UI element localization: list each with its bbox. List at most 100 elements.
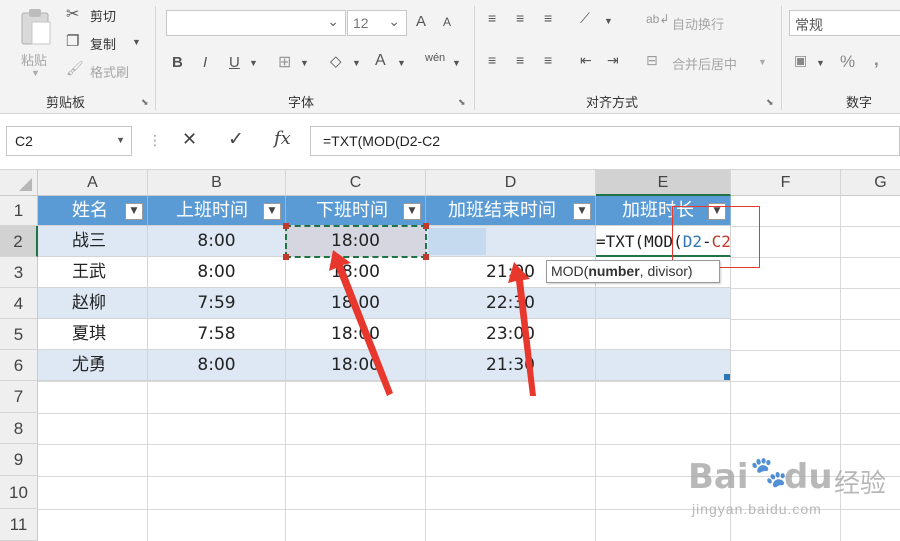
watermark-cn: 经验 <box>834 468 887 498</box>
chevron-down-icon: ▼ <box>816 58 825 68</box>
wrap-text-icon: ab↲ <box>646 12 670 26</box>
dialog-launcher-icon[interactable]: ⬊ <box>766 97 774 108</box>
paste-button[interactable]: 粘贴 ▼ <box>12 6 60 86</box>
grow-font-button[interactable]: A <box>416 13 426 30</box>
worksheet-grid: A B C D E F G 1 2 3 4 5 6 7 8 9 10 11 姓名… <box>0 170 900 541</box>
align-top-icon[interactable]: ≡ <box>488 10 496 26</box>
table-cell[interactable]: 18:00 <box>286 288 426 319</box>
c2-ref-corner <box>423 223 429 229</box>
chevron-down-icon: ▼ <box>132 37 141 47</box>
underline-button[interactable]: U <box>229 54 240 71</box>
fill-color-icon[interactable]: ◇ <box>330 52 342 70</box>
table-cell[interactable]: 18:00 <box>286 319 426 350</box>
name-box[interactable]: C2 ▼ <box>6 126 132 156</box>
merge-icon: ⊟ <box>646 52 658 68</box>
table-header-cell[interactable]: 上班时间 ▼ <box>148 196 286 226</box>
c2-ref-corner <box>283 254 289 260</box>
comma-style-icon[interactable]: , <box>874 50 879 70</box>
table-cell[interactable]: 尤勇 <box>38 350 148 381</box>
table-cell[interactable]: 8:00 <box>148 257 286 288</box>
chevron-down-icon: ▼ <box>604 16 613 26</box>
table-cell[interactable]: 23:00 <box>426 319 596 350</box>
paintbrush-icon: 🖌 <box>66 60 84 76</box>
copy-icon: ❐ <box>66 33 80 50</box>
paste-label: 粘贴 <box>21 53 48 68</box>
cut-button[interactable]: ✂ 剪切 <box>66 4 146 26</box>
align-left-icon[interactable]: ≡ <box>488 52 496 68</box>
formula-input[interactable]: =TXT(MOD(D2-C2 <box>310 126 900 156</box>
baidu-watermark: Bai 🐾 du 经验 jingyan.baidu.com <box>688 456 900 541</box>
table-cell[interactable]: 21:30 <box>426 350 596 381</box>
chevron-down-icon: ▼ <box>352 58 361 68</box>
table-cell[interactable]: 7:58 <box>148 319 286 350</box>
table-cell[interactable] <box>596 350 731 381</box>
table-cell[interactable]: 夏琪 <box>38 319 148 350</box>
align-center-icon[interactable]: ≡ <box>516 52 524 68</box>
table-header-cell[interactable]: 姓名 ▼ <box>38 196 148 226</box>
dialog-launcher-icon[interactable]: ⬊ <box>458 97 466 108</box>
align-right-icon[interactable]: ≡ <box>544 52 552 68</box>
table-cell[interactable]: 22:30 <box>426 288 596 319</box>
borders-icon[interactable]: ⊞ <box>278 52 291 72</box>
filter-dropdown-icon[interactable]: ▼ <box>125 203 143 220</box>
format-painter-label: 格式刷 <box>90 65 130 80</box>
table-cell[interactable]: 7:59 <box>148 288 286 319</box>
table-cell[interactable]: 赵柳 <box>38 288 148 319</box>
table-cell[interactable]: 8:00 <box>148 350 286 381</box>
shrink-font-button[interactable]: A <box>443 15 451 29</box>
chevron-down-icon: ▼ <box>397 58 406 68</box>
table-cell[interactable] <box>596 288 731 319</box>
decrease-indent-icon[interactable]: ⇤ <box>580 52 592 69</box>
merge-center-button[interactable]: ⊟ 合并后居中 ▼ <box>646 52 767 74</box>
percent-button[interactable]: % <box>840 52 855 72</box>
font-name-dropdown[interactable]: ⌄ <box>166 10 346 36</box>
chevron-down-icon: ⌄ <box>327 13 339 29</box>
align-middle-icon[interactable]: ≡ <box>516 10 524 26</box>
number-format-value: 常规 <box>795 17 823 33</box>
number-format-dropdown[interactable]: 常规 <box>789 10 900 36</box>
currency-icon[interactable]: ▣ <box>794 52 807 69</box>
table-cell[interactable]: 王武 <box>38 257 148 288</box>
table-cell[interactable] <box>596 319 731 350</box>
table-cell[interactable]: 18:00 <box>286 350 426 381</box>
function-tooltip: MOD(number, divisor) <box>546 260 720 283</box>
cancel-button[interactable]: ✕ <box>182 129 197 150</box>
name-box-value: C2 <box>15 133 33 149</box>
chevron-down-icon: ▼ <box>116 135 125 145</box>
italic-button[interactable]: I <box>203 54 207 71</box>
orientation-icon[interactable]: ⟋ <box>580 10 590 27</box>
bold-button[interactable]: B <box>172 54 183 71</box>
header-label-overtime-end: 加班结束时间 <box>448 200 556 221</box>
chevron-down-icon: ▼ <box>300 58 309 68</box>
table-cell[interactable]: 18:00 <box>286 257 426 288</box>
increase-indent-icon[interactable]: ⇥ <box>607 52 619 69</box>
clipboard-group-label: 剪贴板 <box>46 95 86 110</box>
filter-dropdown-icon[interactable]: ▼ <box>573 203 591 220</box>
dialog-launcher-icon[interactable]: ⬊ <box>141 97 149 108</box>
table-resize-handle[interactable] <box>724 374 730 380</box>
insert-function-button[interactable]: fx <box>274 128 291 149</box>
wrap-text-button[interactable]: ab↲ 自动换行 <box>646 12 746 34</box>
formula-buttons: ✕ ✓ fx <box>172 126 308 156</box>
enter-button[interactable]: ✓ <box>228 128 244 151</box>
tooltip-func: MOD( <box>551 263 589 279</box>
chevron-down-icon: ▼ <box>452 58 461 68</box>
filter-dropdown-icon[interactable]: ▼ <box>403 203 421 220</box>
chevron-down-icon: ▼ <box>31 68 40 78</box>
chevron-down-icon: ▼ <box>249 58 258 68</box>
table-cell[interactable]: 战三 <box>38 226 148 257</box>
font-color-button[interactable]: A <box>375 52 386 70</box>
table-header-cell[interactable]: 加班结束时间 ▼ <box>426 196 596 226</box>
chevron-down-icon: ▼ <box>758 57 767 67</box>
formula-text: =TXT(MOD(D2-C2 <box>323 133 441 149</box>
table-header-cell[interactable]: 下班时间 ▼ <box>286 196 426 226</box>
watermark-brand: Bai <box>688 457 749 497</box>
header-label-start: 上班时间 <box>176 200 248 221</box>
align-bottom-icon[interactable]: ≡ <box>544 10 552 26</box>
filter-dropdown-icon[interactable]: ▼ <box>263 203 281 220</box>
copy-button[interactable]: ❐ 复制 ▼ <box>66 32 146 54</box>
table-cell[interactable]: 8:00 <box>148 226 286 257</box>
font-size-dropdown[interactable]: 12 ⌄ <box>347 10 407 36</box>
format-painter-button[interactable]: 🖌 格式刷 <box>66 60 146 82</box>
phonetic-icon[interactable]: wén <box>425 52 445 64</box>
